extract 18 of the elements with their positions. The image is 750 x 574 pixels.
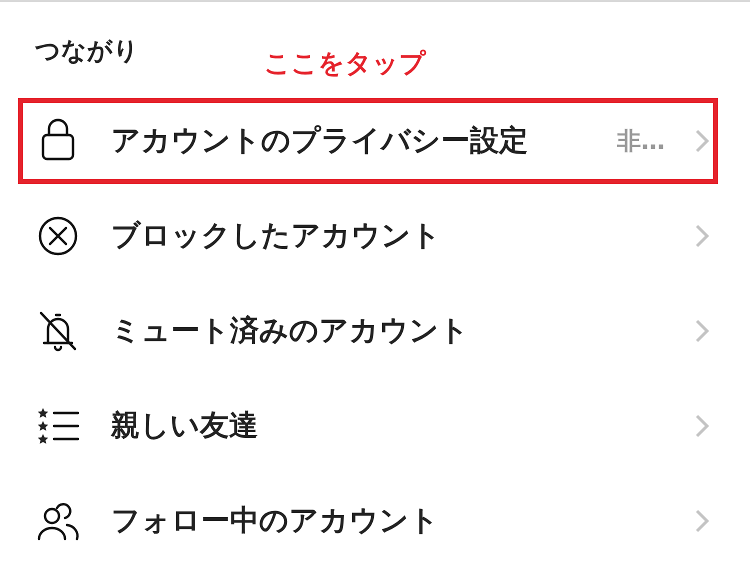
chevron-right-icon bbox=[695, 509, 709, 533]
chevron-right-icon bbox=[695, 319, 709, 343]
row-value: 非… bbox=[617, 126, 665, 157]
row-label: ブロックしたアカウント bbox=[111, 217, 442, 254]
settings-row[interactable]: アカウントのプライバシー設定 非… bbox=[18, 98, 718, 184]
chevron-right-icon bbox=[695, 129, 709, 153]
settings-row[interactable]: ブロックしたアカウント bbox=[18, 193, 718, 279]
row-label: ミュート済みのアカウント bbox=[111, 312, 470, 349]
section-title: つながり bbox=[35, 35, 139, 67]
settings-row[interactable]: フォロー中のアカウント bbox=[18, 478, 718, 564]
settings-row[interactable]: ミュート済みのアカウント bbox=[18, 288, 718, 374]
row-label: 親しい友達 bbox=[111, 407, 259, 444]
chevron-right-icon bbox=[695, 224, 709, 248]
settings-row[interactable]: 親しい友達 bbox=[18, 383, 718, 469]
chevron-right-icon bbox=[695, 414, 709, 438]
row-label: アカウントのプライバシー設定 bbox=[111, 122, 529, 159]
row-label: フォロー中のアカウント bbox=[111, 502, 440, 539]
annotation-text: ここをタップ bbox=[264, 48, 426, 81]
